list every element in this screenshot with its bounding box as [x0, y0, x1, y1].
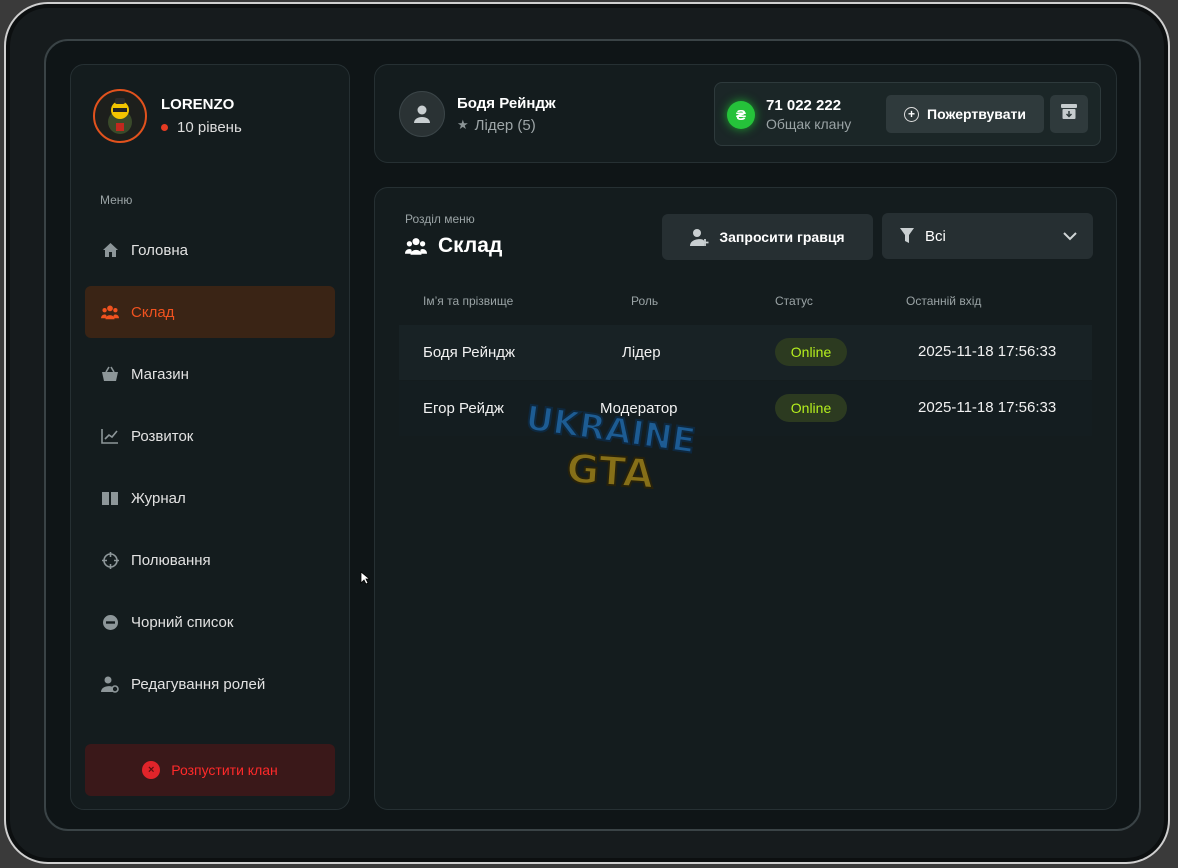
sidebar-item-shop[interactable]: Магазин — [85, 348, 335, 400]
player-level: 10 рівень — [161, 119, 242, 136]
player-level-text: 10 рівень — [177, 119, 242, 136]
sidebar-item-roster[interactable]: Склад — [85, 286, 335, 338]
hryvnia-coin-icon: ₴ — [727, 101, 755, 129]
chevron-down-icon — [1063, 228, 1077, 245]
close-icon: × — [142, 761, 161, 779]
bank-amount: 71 022 222 — [766, 97, 842, 114]
add-user-icon — [690, 228, 709, 247]
sidebar-item-label: Головна — [131, 241, 188, 259]
role-filter-select[interactable]: Всі — [882, 213, 1093, 259]
archive-icon — [1061, 104, 1077, 124]
status-badge: Online — [775, 394, 847, 422]
leader-info: Бодя Рейндж ★ Лідер (5) — [399, 91, 556, 137]
filter-icon — [900, 228, 914, 244]
user-icon — [399, 91, 445, 137]
page-title: Склад — [405, 234, 502, 258]
clan-screen: LORENZO 10 рівень Меню Головна Склад Маг… — [44, 39, 1141, 831]
sidebar-item-label: Журнал — [131, 489, 186, 507]
sidebar-item-journal[interactable]: Журнал — [85, 472, 335, 524]
svg-text:GTA: GTA — [565, 446, 655, 498]
member-name: Егор Рейдж — [423, 400, 504, 417]
sidebar-item-label: Магазин — [131, 365, 189, 383]
filter-value: Всі — [925, 227, 946, 245]
chart-icon — [101, 427, 119, 445]
sidebar-menu: Головна Склад Магазин Розвиток Журнал По… — [85, 224, 335, 720]
member-last-login: 2025-11-18 17:56:33 — [918, 399, 1057, 416]
table-row[interactable]: Егор Рейдж Модератор Online 2025-11-18 1… — [399, 381, 1092, 436]
archive-button[interactable] — [1050, 95, 1088, 133]
sidebar: LORENZO 10 рівень Меню Головна Склад Маг… — [70, 64, 350, 810]
column-header-status: Статус — [775, 294, 813, 308]
user-gear-icon — [101, 675, 119, 693]
sidebar-item-label: Полювання — [131, 551, 211, 569]
donate-label: Пожертвувати — [927, 106, 1026, 122]
mouse-cursor-icon — [360, 571, 371, 590]
sidebar-item-edit-roles[interactable]: Редагування ролей — [85, 658, 335, 710]
member-role: Лідер — [622, 344, 661, 361]
page-title-text: Склад — [438, 234, 503, 257]
profile: LORENZO 10 рівень — [93, 89, 242, 143]
people-icon — [101, 303, 119, 321]
donate-button[interactable]: + Пожертвувати — [886, 95, 1044, 133]
sidebar-item-home[interactable]: Головна — [85, 224, 335, 276]
leader-role: ★ Лідер (5) — [457, 117, 556, 134]
bank-label: Общак клану — [766, 116, 852, 132]
status-badge: Online — [775, 338, 847, 366]
sidebar-item-label: Чорний список — [131, 613, 234, 631]
sidebar-item-blacklist[interactable]: Чорний список — [85, 596, 335, 648]
block-icon — [101, 613, 119, 631]
leader-role-text: Лідер (5) — [474, 116, 536, 134]
disband-clan-button[interactable]: × Розпустити клан — [85, 744, 335, 796]
sidebar-item-label: Розвиток — [131, 427, 194, 445]
avatar — [93, 89, 147, 143]
roster-panel: Розділ меню Склад Запросити гравця Всі І… — [374, 187, 1117, 810]
sidebar-item-hunting[interactable]: Полювання — [85, 534, 335, 586]
section-label: Розділ меню — [405, 212, 475, 226]
clan-bank: ₴ 71 022 222 Общак клану + Пожертвувати — [714, 82, 1101, 146]
sidebar-item-progress[interactable]: Розвиток — [85, 410, 335, 462]
basket-icon — [101, 365, 119, 383]
home-icon — [101, 241, 119, 259]
column-header-last-login: Останній вхід — [906, 294, 982, 308]
book-icon — [101, 489, 119, 507]
disband-clan-label: Розпустити клан — [171, 762, 278, 778]
plus-circle-icon: + — [904, 106, 920, 122]
star-icon: ★ — [457, 117, 469, 132]
crosshair-icon — [101, 551, 119, 569]
column-header-role: Роль — [631, 294, 659, 308]
people-icon — [405, 236, 427, 256]
column-header-name: Ім’я та прізвище — [423, 294, 514, 308]
player-name: LORENZO — [161, 96, 235, 113]
member-role: Модератор — [600, 400, 678, 417]
invite-player-button[interactable]: Запросити гравця — [662, 214, 873, 260]
leader-name: Бодя Рейндж — [457, 94, 556, 112]
tablet-frame: LORENZO 10 рівень Меню Головна Склад Маг… — [4, 2, 1170, 864]
menu-label: Меню — [100, 193, 133, 207]
sidebar-item-label: Редагування ролей — [131, 675, 266, 693]
table-row[interactable]: Бодя Рейндж Лідер Online 2025-11-18 17:5… — [399, 325, 1092, 380]
member-name: Бодя Рейндж — [423, 344, 516, 361]
invite-player-label: Запросити гравця — [719, 229, 845, 245]
member-last-login: 2025-11-18 17:56:33 — [918, 343, 1057, 360]
sidebar-item-label: Склад — [131, 303, 175, 321]
level-dot-icon — [161, 124, 168, 131]
clan-header: Бодя Рейндж ★ Лідер (5) ₴ 71 022 222 Общ… — [374, 64, 1117, 163]
